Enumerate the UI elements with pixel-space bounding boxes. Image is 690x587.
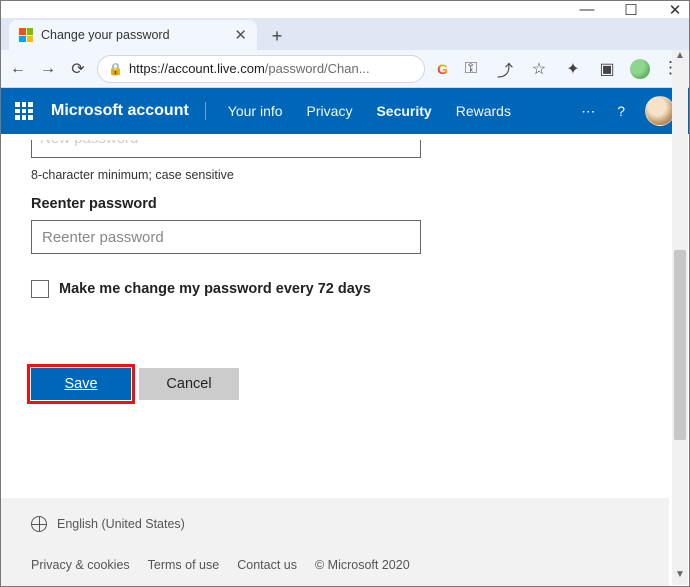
- globe-icon[interactable]: [31, 516, 47, 532]
- reenter-password-input[interactable]: [31, 220, 421, 254]
- nav-privacy[interactable]: Privacy: [307, 103, 353, 119]
- profile-avatar-icon[interactable]: [630, 59, 650, 79]
- footer-link-privacy[interactable]: Privacy & cookies: [31, 558, 130, 572]
- browser-toolbar: ← → ⟳ 🔒 https://account.live.com/passwor…: [1, 50, 689, 88]
- scrollbar[interactable]: ▲ ▼: [672, 50, 688, 585]
- expire-password-label: Make me change my password every 72 days: [59, 281, 371, 297]
- url-host: https://account.live.com: [129, 61, 265, 76]
- microsoft-favicon-icon: [19, 28, 33, 42]
- site-header: Microsoft account Your info Privacy Secu…: [1, 88, 689, 134]
- help-icon[interactable]: ?: [617, 103, 625, 119]
- nav-security[interactable]: Security: [376, 103, 431, 119]
- window-titlebar: — ☐ ✕: [1, 1, 689, 18]
- address-bar[interactable]: 🔒 https://account.live.com/password/Chan…: [97, 55, 425, 83]
- scroll-thumb[interactable]: [674, 250, 686, 440]
- scroll-down-icon[interactable]: ▼: [672, 569, 688, 585]
- bookmark-star-icon[interactable]: ☆: [528, 58, 550, 80]
- language-selector[interactable]: English (United States): [57, 517, 185, 531]
- share-icon[interactable]: ⤴: [494, 58, 516, 80]
- footer-copyright: © Microsoft 2020: [315, 558, 410, 572]
- window-maximize-button[interactable]: ☐: [623, 1, 639, 19]
- reload-button[interactable]: ⟳: [67, 58, 89, 80]
- page-footer: English (United States) Privacy & cookie…: [1, 498, 669, 586]
- footer-link-contact[interactable]: Contact us: [237, 558, 297, 572]
- extensions-icon[interactable]: ✦: [562, 58, 584, 80]
- forward-button[interactable]: →: [37, 58, 59, 80]
- page-content: New password 8-character minimum; case s…: [1, 134, 689, 514]
- tab-strip: Change your password ✕ +: [1, 18, 689, 50]
- window-minimize-button[interactable]: —: [579, 1, 595, 18]
- brand-title[interactable]: Microsoft account: [51, 102, 206, 120]
- header-nav: Your info Privacy Security Rewards: [228, 103, 563, 119]
- new-password-placeholder: New password: [40, 140, 138, 147]
- footer-link-terms[interactable]: Terms of use: [148, 558, 220, 572]
- reenter-label: Reenter password: [31, 196, 659, 212]
- nav-your-info[interactable]: Your info: [228, 103, 283, 119]
- cancel-button[interactable]: Cancel: [139, 368, 239, 400]
- password-key-icon[interactable]: ⚿: [460, 58, 482, 80]
- nav-more-icon[interactable]: ⋯: [581, 103, 597, 120]
- tab-close-icon[interactable]: ✕: [234, 26, 247, 44]
- new-tab-button[interactable]: +: [263, 22, 291, 50]
- password-hint: 8-character minimum; case sensitive: [31, 168, 659, 182]
- nav-rewards[interactable]: Rewards: [456, 103, 511, 119]
- tab-title: Change your password: [41, 28, 226, 42]
- google-icon[interactable]: G: [437, 61, 448, 77]
- side-panel-icon[interactable]: ▣: [596, 58, 618, 80]
- save-button[interactable]: Save: [31, 368, 131, 400]
- back-button[interactable]: ←: [7, 58, 29, 80]
- browser-tab[interactable]: Change your password ✕: [9, 20, 257, 50]
- toolbar-right: G ⚿ ⤴ ☆ ✦ ▣ ⋮: [433, 58, 683, 80]
- url-path: /password/Chan...: [265, 61, 370, 76]
- lock-icon: 🔒: [108, 62, 123, 76]
- new-password-input-partial[interactable]: New password: [31, 140, 421, 158]
- app-launcher-icon[interactable]: [15, 102, 33, 120]
- account-avatar[interactable]: [645, 96, 675, 126]
- window-close-button[interactable]: ✕: [667, 1, 683, 19]
- expire-password-checkbox[interactable]: [31, 280, 49, 298]
- scroll-up-icon[interactable]: ▲: [672, 50, 688, 66]
